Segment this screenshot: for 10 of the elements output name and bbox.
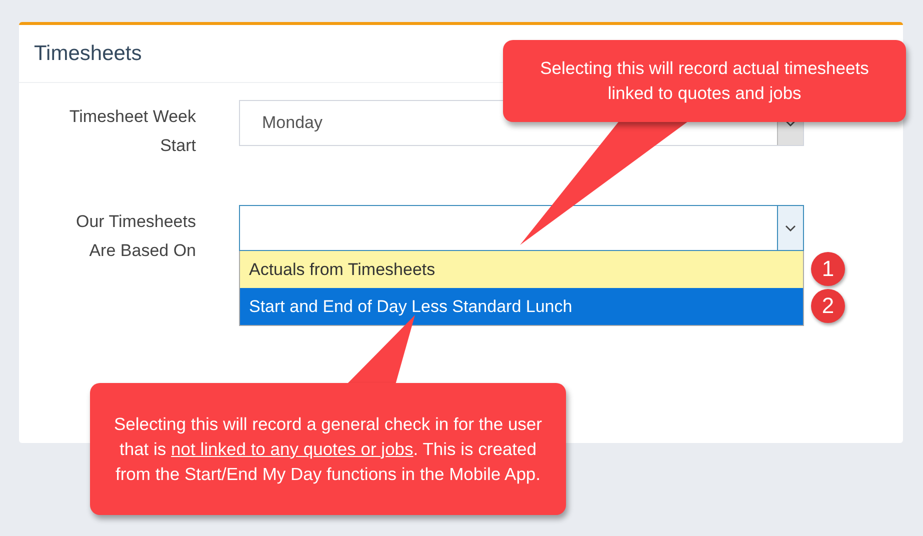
- number-badge: 1: [811, 252, 845, 286]
- dropdown-field[interactable]: [239, 205, 804, 251]
- field-label: Timesheet Week Start: [68, 106, 196, 157]
- field-label: Our Timesheets Are Based On: [75, 211, 196, 262]
- callout: Selecting this will record actual timesheets linked to quotes and jobs: [503, 40, 906, 122]
- panel-title: Timesheets: [34, 42, 142, 66]
- number-badge: 2: [811, 289, 845, 323]
- callout-pointer: [345, 315, 415, 386]
- chevron-down-icon: [785, 120, 796, 126]
- chevron-down-icon: [785, 224, 796, 232]
